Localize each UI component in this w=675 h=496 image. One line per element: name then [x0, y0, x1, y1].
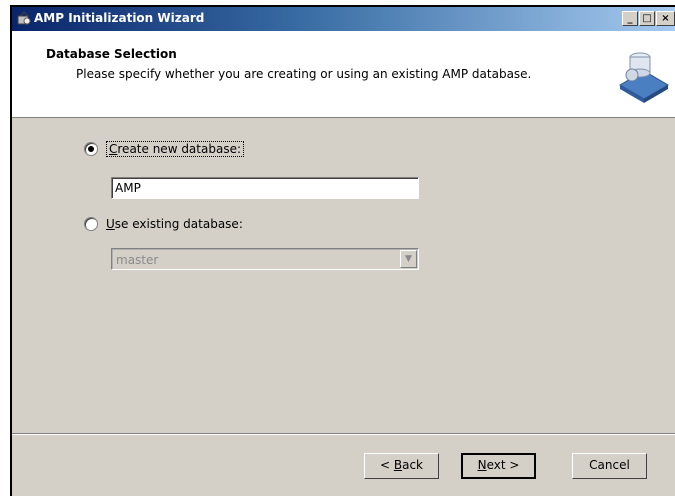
- back-button[interactable]: < Back: [364, 453, 439, 479]
- window-title: AMP Initialization Wizard: [34, 11, 205, 25]
- title-bar[interactable]: AMP Initialization Wizard _ □ ×: [12, 7, 675, 31]
- existing-database-value: master: [116, 253, 159, 267]
- create-new-label[interactable]: Create new database:: [106, 141, 244, 157]
- close-button[interactable]: ×: [656, 11, 675, 26]
- footer-divider: [12, 433, 675, 435]
- chevron-down-icon[interactable]: ▼: [400, 250, 417, 268]
- page-subtitle: Please specify whether you are creating …: [76, 67, 532, 81]
- wizard-icon: [17, 11, 31, 25]
- existing-database-select[interactable]: master ▼: [111, 248, 419, 270]
- cancel-button[interactable]: Cancel: [572, 453, 647, 479]
- database-wizard-icon: [619, 52, 669, 103]
- next-button[interactable]: Next >: [461, 453, 536, 479]
- use-existing-option[interactable]: Use existing database:: [84, 217, 243, 231]
- use-existing-radio[interactable]: [84, 217, 98, 231]
- minimize-button[interactable]: _: [622, 11, 638, 26]
- create-new-radio[interactable]: [84, 142, 98, 156]
- wizard-window: AMP Initialization Wizard _ □ × Database…: [10, 5, 675, 496]
- page-title: Database Selection: [46, 47, 177, 61]
- maximize-button[interactable]: □: [639, 11, 655, 26]
- wizard-header: Database Selection Please specify whethe…: [12, 31, 675, 118]
- use-existing-label[interactable]: Use existing database:: [106, 217, 243, 231]
- create-new-option[interactable]: Create new database:: [84, 141, 244, 157]
- new-database-name-input[interactable]: AMP: [111, 177, 419, 199]
